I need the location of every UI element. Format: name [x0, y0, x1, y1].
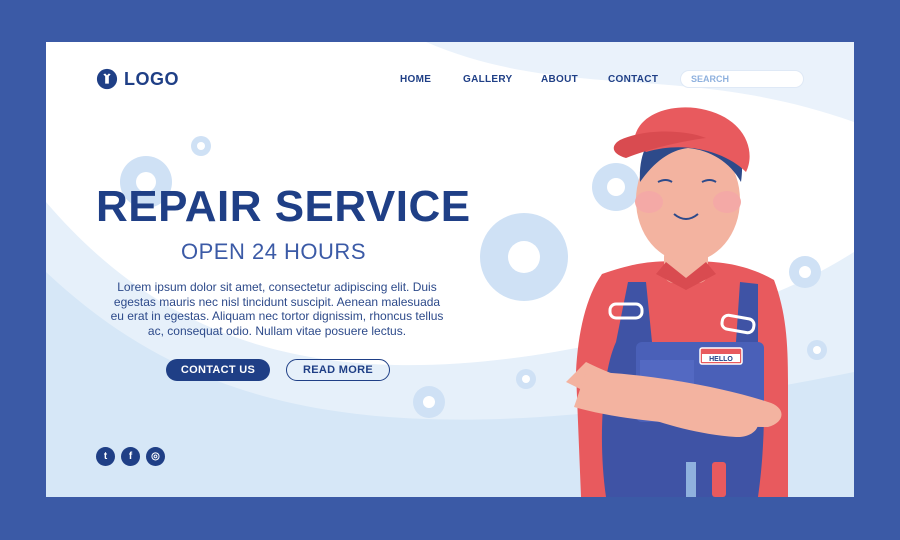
search-box[interactable] [680, 70, 804, 88]
top-nav: LOGO HOME GALLERY ABOUT CONTACT [46, 68, 854, 92]
badge-label: HELLO [709, 356, 733, 363]
facebook-icon[interactable]: f [121, 447, 140, 466]
social-links: t f ◎ [96, 447, 165, 466]
hero-description: Lorem ipsum dolor sit amet, consectetur … [110, 280, 444, 338]
search-input[interactable] [691, 74, 791, 84]
instagram-icon[interactable]: ◎ [146, 447, 165, 466]
nav-about[interactable]: ABOUT [541, 74, 578, 85]
contact-us-button[interactable]: CONTACT US [166, 359, 270, 381]
hero-title: REPAIR SERVICE [96, 182, 471, 231]
logo-text: LOGO [124, 68, 179, 89]
hero-subtitle: OPEN 24 HOURS [181, 239, 366, 264]
nav-gallery[interactable]: GALLERY [463, 74, 513, 85]
repair-worker-illustration: HELLO [566, 107, 788, 497]
landing-page: HELLO LOGO HOME GALLERY ABOUT CONTACT SE… [46, 42, 854, 497]
nav-contact[interactable]: CONTACT [608, 74, 658, 85]
read-more-button[interactable]: READ MORE [286, 359, 390, 381]
logo[interactable]: LOGO [96, 68, 179, 90]
hello-badge: HELLO [699, 347, 743, 365]
nav-home[interactable]: HOME [400, 74, 431, 85]
twitter-icon[interactable]: t [96, 447, 115, 466]
wrench-logo-icon [96, 68, 118, 90]
